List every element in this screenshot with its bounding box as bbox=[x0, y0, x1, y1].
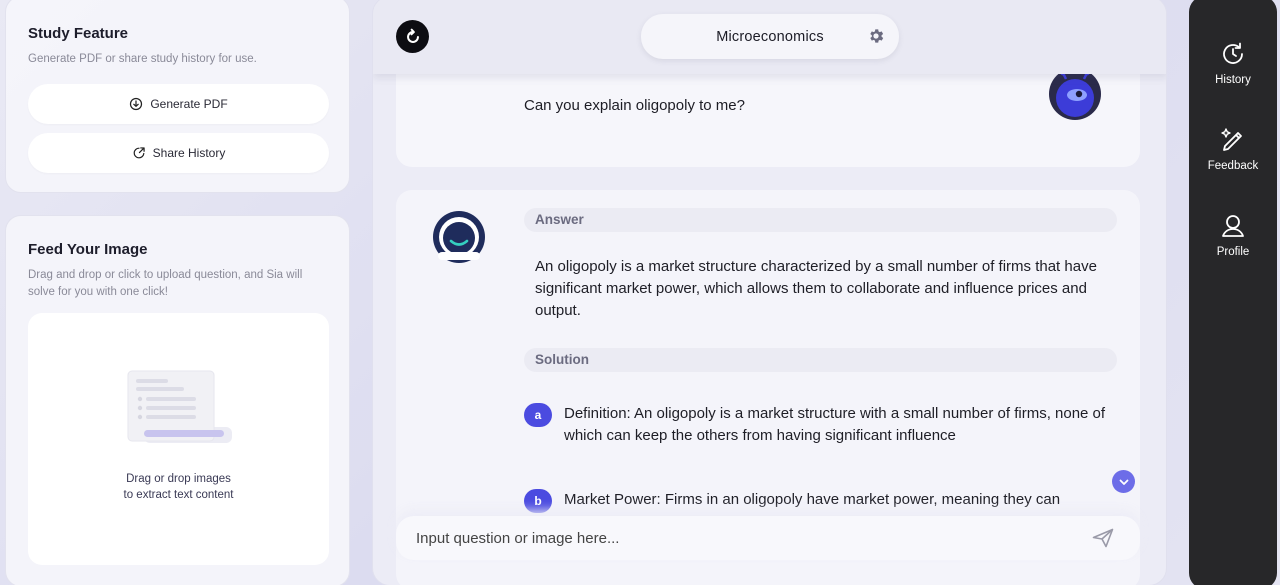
nav-profile-label: Profile bbox=[1216, 246, 1250, 258]
refresh-icon bbox=[406, 28, 419, 43]
profile-icon bbox=[1222, 215, 1244, 237]
solution-section-label: Solution bbox=[524, 348, 1117, 372]
nav-history-label: History bbox=[1215, 74, 1251, 86]
nav-feedback[interactable]: Feedback bbox=[1189, 126, 1277, 172]
document-upload-illustration bbox=[127, 370, 232, 443]
answer-section-label: Answer bbox=[524, 208, 1117, 232]
chat-panel: Microeconomics Can you explain oligopoly… bbox=[372, 0, 1167, 585]
drop-text-line1: Drag or drop images bbox=[126, 473, 231, 485]
scroll-down-button[interactable] bbox=[1112, 470, 1135, 493]
nav-feedback-label: Feedback bbox=[1207, 160, 1259, 172]
subject-label: Microeconomics bbox=[716, 28, 824, 45]
study-feature-title: Study Feature bbox=[28, 25, 129, 42]
share-icon bbox=[133, 147, 145, 159]
history-icon bbox=[1223, 42, 1243, 64]
chat-input-bar bbox=[396, 516, 1140, 560]
nav-profile[interactable]: Profile bbox=[1189, 212, 1277, 258]
nav-history[interactable]: History bbox=[1189, 40, 1277, 86]
step-text: Definition: An oligopoly is a market str… bbox=[564, 405, 1106, 444]
answer-text: An oligopoly is a market structure chara… bbox=[535, 258, 1097, 319]
right-nav-sidebar: History Feedback Profile bbox=[1189, 0, 1277, 585]
reset-chat-button[interactable] bbox=[396, 20, 429, 53]
generate-pdf-label: Generate PDF bbox=[150, 97, 228, 111]
feed-image-card: Feed Your Image Drag and drop or click t… bbox=[5, 215, 350, 585]
chat-header: Microeconomics bbox=[373, 0, 1166, 74]
share-history-label: Share History bbox=[152, 146, 226, 160]
user-avatar bbox=[1049, 68, 1101, 120]
step-text: Market Power: Firms in an oligopoly have… bbox=[564, 491, 1061, 508]
download-icon bbox=[130, 97, 143, 111]
chevron-down-icon bbox=[1119, 479, 1128, 485]
send-icon[interactable] bbox=[1092, 528, 1114, 548]
share-history-button[interactable]: Share History bbox=[28, 133, 329, 173]
gear-icon[interactable] bbox=[867, 27, 885, 45]
subject-selector[interactable]: Microeconomics bbox=[641, 14, 899, 59]
question-input[interactable] bbox=[416, 516, 1066, 560]
ai-avatar bbox=[433, 211, 485, 263]
study-feature-subtitle: Generate PDF or share study history for … bbox=[28, 53, 257, 65]
user-question-text: Can you explain oligopoly to me? bbox=[524, 97, 745, 114]
feedback-pen-icon bbox=[1221, 128, 1242, 151]
feed-image-title: Feed Your Image bbox=[28, 241, 148, 258]
step-badge: b bbox=[524, 489, 552, 513]
image-drop-zone[interactable]: Drag or drop images to extract text cont… bbox=[28, 313, 329, 565]
generate-pdf-button[interactable]: Generate PDF bbox=[28, 84, 329, 124]
drop-text-line2: to extract text content bbox=[123, 489, 234, 501]
step-badge: a bbox=[524, 403, 552, 427]
drop-zone-text: Drag or drop images to extract text cont… bbox=[28, 471, 329, 503]
study-feature-card: Study Feature Generate PDF or share stud… bbox=[5, 0, 350, 193]
feed-image-subtitle: Drag and drop or click to upload questio… bbox=[28, 269, 303, 298]
